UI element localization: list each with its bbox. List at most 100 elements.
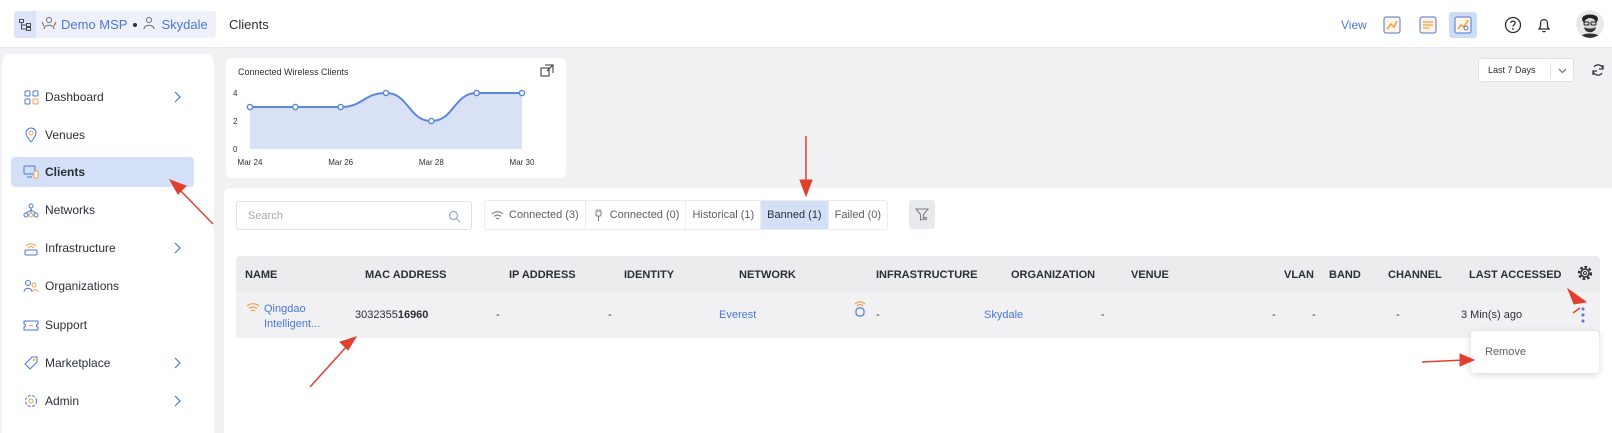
organizations-icon <box>23 278 39 294</box>
last-accessed: 3 Min(s) ago <box>1461 309 1523 321</box>
row-actions-menu: Remove <box>1471 331 1599 373</box>
filter-icon <box>915 208 929 221</box>
access-point-icon <box>23 240 39 256</box>
help-icon[interactable] <box>1503 15 1523 35</box>
breadcrumb-separator <box>133 22 138 27</box>
filter-button[interactable] <box>909 200 935 229</box>
analytics-view-icon[interactable] <box>1449 12 1477 38</box>
mac-suffix: 16960 <box>397 309 429 321</box>
tab-label: Failed (0) <box>834 209 882 221</box>
bell-icon[interactable] <box>1534 15 1554 35</box>
table-row[interactable]: Qingdao Intelligent... 303235516960 - - … <box>236 292 1600 338</box>
sidebar-item-admin[interactable]: Admin <box>11 386 194 416</box>
sidebar-item-label: Support <box>45 318 88 332</box>
sidebar-item-venues[interactable]: Venues <box>11 120 194 150</box>
client-name-link[interactable]: Qingdao Intelligent... <box>264 302 334 332</box>
x-tick-label: Mar 24 <box>238 158 263 167</box>
column-header-last-accessed[interactable]: LAST ACCESSED <box>1469 269 1562 281</box>
search-input[interactable]: Search <box>236 201 472 230</box>
column-header-organization[interactable]: ORGANIZATION <box>1011 269 1095 281</box>
client-name-line2: Intelligent... <box>264 318 321 330</box>
data-point-mar-28 <box>428 117 435 125</box>
column-header-vlan[interactable]: VLAN <box>1284 269 1314 281</box>
avatar[interactable] <box>1576 10 1604 38</box>
location-pin-icon <box>23 127 39 143</box>
hierarchy-icon[interactable] <box>14 11 36 38</box>
tab-connected-wired[interactable]: Connected (0) <box>586 201 687 229</box>
mac-address: 303235516960 <box>355 309 428 321</box>
chevron-right-icon <box>174 357 181 369</box>
tab-label: Connected (3) <box>509 209 579 221</box>
column-header-network[interactable]: NETWORK <box>739 269 796 281</box>
identity: - <box>608 309 612 321</box>
sidebar-item-networks[interactable]: Networks <box>11 195 194 225</box>
refresh-icon[interactable] <box>1591 63 1605 77</box>
organization-icon <box>143 16 157 33</box>
sidebar-item-label: Infrastructure <box>45 241 116 255</box>
network-icon <box>23 202 39 218</box>
tab-historical[interactable]: Historical (1) <box>686 201 762 229</box>
column-header-identity[interactable]: IDENTITY <box>624 269 674 281</box>
sidebar-item-label: Organizations <box>45 279 120 293</box>
column-header-name[interactable]: NAME <box>245 269 277 281</box>
date-range-value: Last 7 Days <box>1488 65 1536 75</box>
connected-wireless-clients-card: Connected Wireless Clients 0 2 4 Mar 24 Mar … <box>226 58 566 178</box>
data-point-mar-30 <box>518 89 526 97</box>
sidebar-item-dashboard[interactable]: Dashboard <box>11 82 194 112</box>
series-area <box>250 93 522 149</box>
band: - <box>1312 309 1316 321</box>
column-header-mac[interactable]: MAC ADDRESS <box>365 269 447 281</box>
sidebar-item-label: Networks <box>45 203 96 217</box>
tag-icon <box>23 355 39 371</box>
column-header-channel[interactable]: CHANNEL <box>1388 269 1442 281</box>
breadcrumb: Demo MSP Skydale <box>14 11 216 38</box>
column-header-band[interactable]: BAND <box>1329 269 1361 281</box>
sidebar-item-marketplace[interactable]: Marketplace <box>11 348 194 378</box>
client-status-tabs: Connected (3) Connected (0) Historical (… <box>484 200 889 230</box>
channel: - <box>1396 309 1400 321</box>
tab-label: Banned (1) <box>767 209 822 221</box>
ip-address: - <box>496 309 500 321</box>
breadcrumb-organization[interactable]: Skydale <box>161 17 207 32</box>
tab-connected-wireless[interactable]: Connected (3) <box>485 201 586 229</box>
column-header-ip[interactable]: IP ADDRESS <box>509 269 576 281</box>
organization-link[interactable]: Skydale <box>984 309 1023 321</box>
column-settings-gear-icon[interactable] <box>1576 264 1594 282</box>
x-tick-label: Mar 26 <box>328 158 353 167</box>
sidebar-item-label: Clients <box>45 165 86 179</box>
admin-gear-icon <box>23 393 39 409</box>
access-point-icon <box>854 301 866 317</box>
dashboard-view-icon[interactable] <box>1378 12 1406 38</box>
mac-prefix: 3032355 <box>355 309 398 321</box>
sidebar-item-label: Dashboard <box>45 90 104 104</box>
chevron-right-icon <box>174 395 181 407</box>
wifi-icon <box>246 303 260 312</box>
sidebar-item-support[interactable]: Support <box>11 310 194 340</box>
sidebar-item-clients[interactable]: Clients <box>11 157 194 187</box>
vlan: - <box>1272 309 1276 321</box>
table-header: NAME MAC ADDRESS IP ADDRESS IDENTITY NET… <box>236 256 1600 292</box>
chevron-right-icon <box>174 91 181 103</box>
network-link[interactable]: Everest <box>719 309 756 321</box>
column-header-venue[interactable]: VENUE <box>1131 269 1169 281</box>
search-placeholder: Search <box>248 209 283 222</box>
remove-menu-item[interactable]: Remove <box>1485 346 1526 358</box>
column-header-infrastructure[interactable]: INFRASTRUCTURE <box>876 269 977 281</box>
wired-icon <box>595 208 602 221</box>
tab-failed[interactable]: Failed (0) <box>829 201 887 229</box>
sidebar-item-label: Venues <box>45 128 86 142</box>
sidebar-item-organizations[interactable]: Organizations <box>11 271 194 301</box>
x-tick-label: Mar 30 <box>510 158 535 167</box>
data-point-mar-26 <box>337 103 344 111</box>
row-actions-kebab-icon[interactable] <box>1580 306 1586 324</box>
tab-banned[interactable]: Banned (1) <box>761 201 829 229</box>
search-icon <box>448 210 461 223</box>
date-range-select[interactable]: Last 7 Days <box>1478 58 1574 82</box>
breadcrumb-msp[interactable]: Demo MSP <box>61 17 127 32</box>
report-view-icon[interactable] <box>1414 12 1442 38</box>
sidebar-item-infrastructure[interactable]: Infrastructure <box>11 233 194 263</box>
y-tick-label: 2 <box>233 117 238 126</box>
line-chart: 0 2 4 Mar 24 Mar 26 Mar 28 Mar 30 <box>233 89 535 167</box>
clients-icon <box>23 164 39 180</box>
view-label: View <box>1341 18 1367 32</box>
